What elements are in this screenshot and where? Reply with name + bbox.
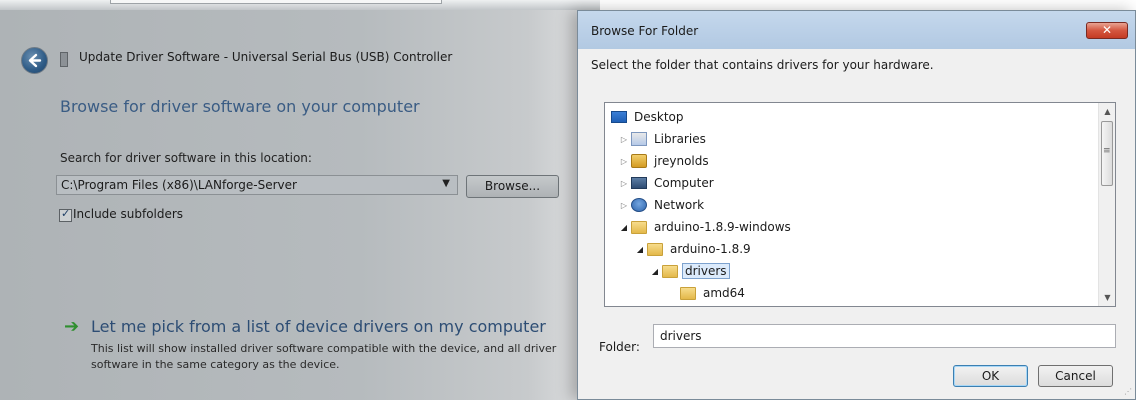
folder-icon (631, 220, 647, 234)
expand-arrow-icon[interactable]: ▷ (619, 135, 629, 144)
tree-item-label: Computer (654, 176, 714, 190)
scroll-thumb[interactable]: ≡ (1101, 121, 1113, 186)
wizard-heading: Browse for driver software on your compu… (60, 97, 420, 116)
folder-icon (662, 264, 678, 278)
wizard-top-border (0, 0, 600, 10)
dialog-title: Browse For Folder (591, 24, 699, 38)
scroll-up-arrow-icon[interactable]: ▲ (1099, 103, 1115, 120)
ok-button[interactable]: OK (953, 365, 1028, 387)
tree-item-arduino[interactable]: ◢ arduino-1.8.9 (635, 238, 754, 260)
folder-icon (647, 242, 663, 256)
user-folder-icon (631, 154, 647, 168)
collapse-arrow-icon[interactable]: ◢ (650, 267, 660, 276)
search-location-label: Search for driver software in this locat… (60, 151, 312, 165)
include-subfolders-checkbox[interactable]: ✓ (59, 207, 72, 222)
tree-item-label: jreynolds (654, 154, 709, 168)
browse-button[interactable]: Browse... (466, 175, 559, 198)
tree-item-amd64[interactable]: amd64 (680, 282, 748, 304)
folder-icon (680, 286, 696, 300)
tree-item-jreynolds[interactable]: ▷ jreynolds (619, 150, 712, 172)
dialog-description: Select the folder that contains drivers … (591, 58, 934, 72)
tree-scrollbar[interactable]: ▲ ≡ ▼ (1098, 103, 1115, 306)
back-arrow-icon[interactable] (21, 47, 48, 74)
tree-item-label: Libraries (654, 132, 706, 146)
chevron-down-icon[interactable]: ▼ (442, 178, 450, 189)
tree-item-network[interactable]: ▷ Network (619, 194, 707, 216)
tree-item-label: arduino-1.8.9-windows (654, 220, 791, 234)
tree-item-label: arduino-1.8.9 (670, 242, 751, 256)
close-button[interactable]: ✕ (1086, 22, 1128, 39)
wizard-title: Update Driver Software - Universal Seria… (79, 50, 453, 64)
expand-arrow-icon[interactable]: ▷ (619, 201, 629, 210)
tree-item-label-selected: drivers (682, 263, 730, 279)
dialog-body: Select the folder that contains drivers … (578, 49, 1135, 399)
include-subfolders-label: Include subfolders (73, 207, 184, 221)
expand-arrow-icon[interactable]: ▷ (619, 157, 629, 166)
update-driver-wizard: Update Driver Software - Universal Seria… (0, 0, 600, 400)
scroll-down-arrow-icon[interactable]: ▼ (1099, 289, 1115, 306)
folder-tree[interactable]: Desktop ▷ Libraries ▷ jreynolds ▷ Comput… (604, 102, 1116, 307)
tree-item-label: Desktop (634, 110, 684, 124)
resize-grip-icon[interactable]: ⋰ (1124, 387, 1132, 396)
cancel-button[interactable]: Cancel (1038, 365, 1113, 387)
folder-field[interactable] (653, 324, 1116, 348)
search-location-value: C:\Program Files (x86)\LANforge-Server (61, 178, 297, 192)
desktop-icon (611, 111, 627, 123)
expand-arrow-icon[interactable]: ▷ (619, 179, 629, 188)
tree-item-label: Network (654, 198, 705, 212)
tree-item-libraries[interactable]: ▷ Libraries (619, 128, 709, 150)
collapse-arrow-icon[interactable]: ◢ (619, 223, 629, 232)
network-icon (631, 198, 647, 212)
checkmark-icon: ✓ (61, 207, 71, 220)
tree-item-drivers[interactable]: ◢ drivers (650, 260, 730, 282)
dialog-title-bar[interactable]: Browse For Folder ✕ (578, 11, 1135, 49)
tree-item-desktop[interactable]: Desktop (611, 106, 687, 128)
tree-item-computer[interactable]: ▷ Computer (619, 172, 717, 194)
tree-item-arduino-windows[interactable]: ◢ arduino-1.8.9-windows (619, 216, 794, 238)
green-arrow-icon: ➔ (64, 316, 80, 337)
pick-from-list-link[interactable]: Let me pick from a list of device driver… (91, 317, 546, 336)
search-location-combobox[interactable]: C:\Program Files (x86)\LANforge-Server ▼ (56, 175, 458, 195)
collapse-arrow-icon[interactable]: ◢ (635, 245, 645, 254)
folder-label: Folder: (599, 340, 640, 354)
computer-icon (631, 177, 647, 189)
tree-item-label: amd64 (703, 286, 745, 300)
browse-for-folder-dialog: Browse For Folder ✕ Select the folder th… (577, 10, 1136, 400)
pick-from-list-description: This list will show installed driver sof… (91, 342, 557, 371)
usb-device-icon (60, 52, 68, 67)
libraries-icon (631, 132, 647, 146)
